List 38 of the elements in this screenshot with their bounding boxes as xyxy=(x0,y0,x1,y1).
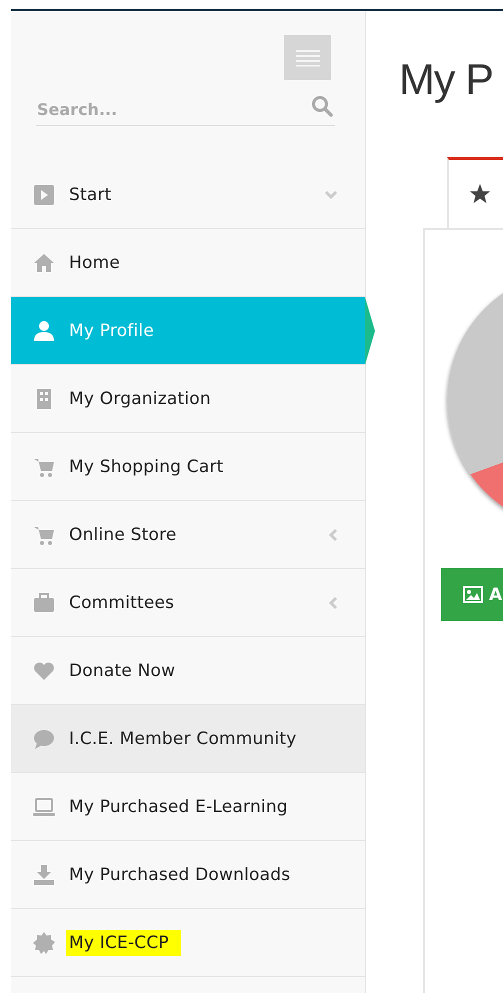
briefcase-icon xyxy=(33,592,55,614)
menu-icon xyxy=(296,48,320,66)
selection-pointer-icon xyxy=(365,297,375,365)
menu-item[interactable]: My Organization xyxy=(11,365,365,433)
menu-item-label: My Purchased Downloads xyxy=(69,864,292,884)
play-icon xyxy=(33,184,55,206)
laptop-icon xyxy=(33,796,55,818)
badge-icon xyxy=(33,932,55,954)
menu-item-label: Home xyxy=(69,252,122,272)
menu-item[interactable]: My ICE-CCP xyxy=(11,909,365,977)
search-icon[interactable] xyxy=(311,94,333,116)
menu-item[interactable]: I.C.E. Member Community xyxy=(11,705,365,773)
menu-item-label: My ICE-CCP xyxy=(66,930,181,956)
menu-item[interactable]: My Purchased Downloads xyxy=(11,841,365,909)
menu-button[interactable] xyxy=(284,35,331,80)
menu-item-label: Donate Now xyxy=(69,660,176,680)
menu-item[interactable]: Start xyxy=(11,161,365,229)
home-icon xyxy=(33,252,55,274)
comment-icon xyxy=(33,728,55,750)
menu-item[interactable]: Online Store xyxy=(11,501,365,569)
menu-item-label: My Organization xyxy=(69,388,212,408)
image-icon xyxy=(463,586,483,603)
menu-item[interactable]: My Purchased E-Learning xyxy=(11,773,365,841)
menu-item-label: Online Store xyxy=(69,524,178,544)
star-icon xyxy=(469,183,491,205)
menu-item-label: My Shopping Cart xyxy=(69,456,225,476)
menu-item-label: I.C.E. Member Community xyxy=(69,728,298,748)
menu-item-label: Start xyxy=(69,184,113,204)
menu-item-label: My Purchased E-Learning xyxy=(69,796,289,816)
download-icon xyxy=(33,864,55,886)
menu-item-label: Committees xyxy=(69,592,176,612)
search-field[interactable]: Search... xyxy=(36,92,311,125)
page-title: My P xyxy=(399,56,494,105)
menu-item[interactable]: My Shopping Cart xyxy=(11,433,365,501)
menu-item-label: My Profile xyxy=(69,320,155,340)
menu-item[interactable]: Committees xyxy=(11,569,365,637)
heart-icon xyxy=(33,660,55,682)
user-icon xyxy=(33,320,55,342)
